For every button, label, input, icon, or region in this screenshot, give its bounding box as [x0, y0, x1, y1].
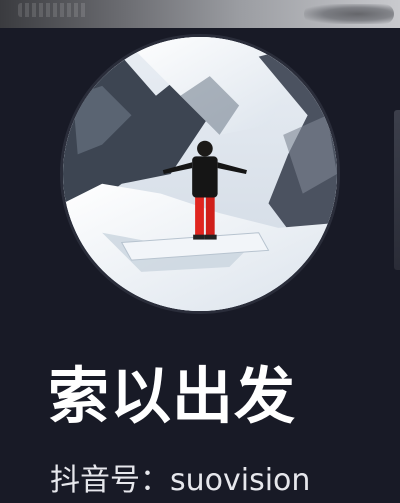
side-scroll-handle[interactable]	[394, 110, 400, 270]
banner-watermark	[18, 3, 88, 17]
profile-header: 索以出发 抖音号：suovision	[0, 28, 400, 503]
avatar[interactable]	[60, 34, 340, 314]
profile-cover-banner[interactable]	[0, 0, 400, 28]
profile-display-name: 索以出发	[48, 361, 297, 432]
avatar-photo	[63, 37, 337, 311]
profile-douyin-id[interactable]: 抖音号：suovision	[50, 461, 310, 501]
